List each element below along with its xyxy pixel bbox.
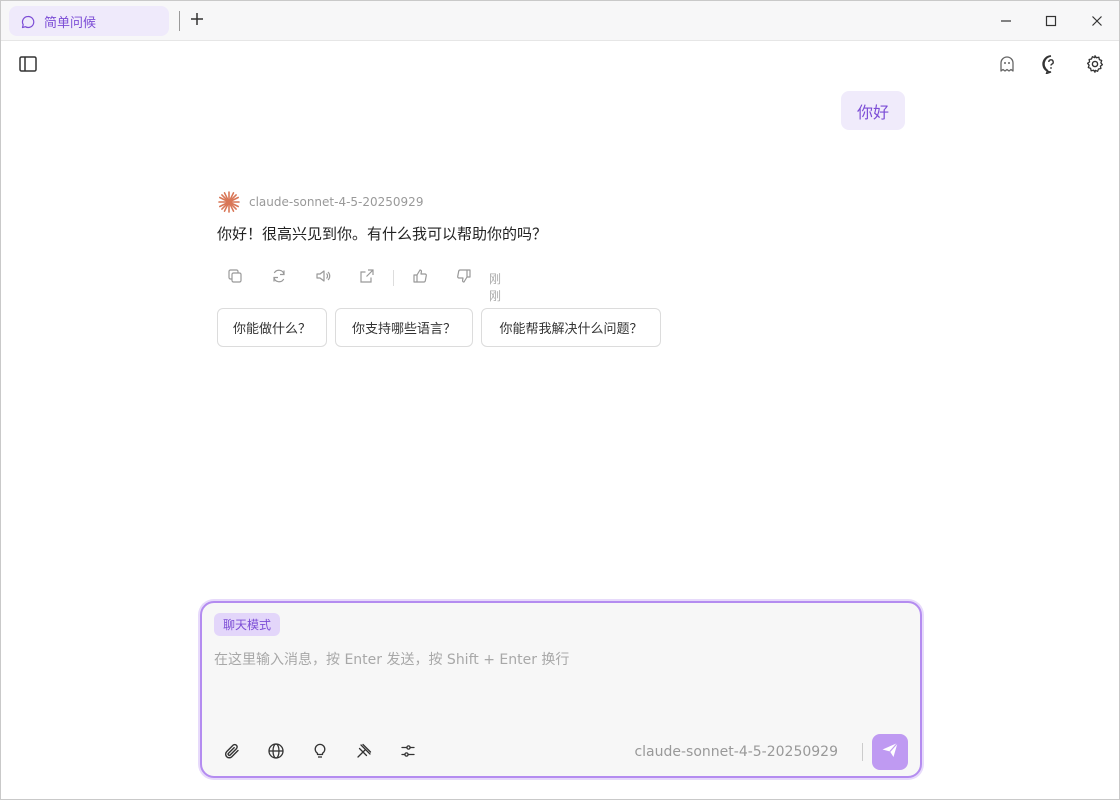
maximize-button[interactable]	[1041, 11, 1061, 31]
send-icon	[880, 740, 900, 764]
assistant-model-name: claude-sonnet-4-5-20250929	[249, 195, 424, 209]
read-aloud-button[interactable]	[314, 269, 332, 287]
minimize-icon	[1000, 12, 1012, 31]
close-icon	[1091, 12, 1103, 31]
sidebar-icon	[18, 54, 38, 78]
settings-button[interactable]	[1083, 54, 1107, 78]
message-timestamp: 刚刚	[489, 272, 502, 303]
claude-logo-icon	[217, 190, 241, 214]
chat-bubble-icon	[21, 14, 35, 29]
model-selector[interactable]: claude-sonnet-4-5-20250929	[634, 744, 838, 760]
title-bar: 简单问候	[1, 1, 1119, 41]
gear-icon	[1085, 54, 1105, 78]
suggestion-chip[interactable]: 你支持哪些语言？	[335, 308, 473, 347]
thumbs-up-icon	[412, 268, 428, 288]
refresh-icon	[271, 268, 287, 288]
thumbs-down-icon	[456, 268, 472, 288]
sliders-icon	[399, 742, 417, 764]
share-icon	[359, 268, 375, 288]
sidebar-toggle-button[interactable]	[16, 54, 40, 78]
actions-divider	[393, 270, 394, 286]
attach-button[interactable]	[222, 743, 242, 763]
new-tab-button[interactable]	[187, 10, 207, 30]
speaker-icon	[315, 268, 331, 288]
thumbs-up-button[interactable]	[411, 269, 429, 287]
reasoning-button[interactable]	[310, 743, 330, 763]
web-search-button[interactable]	[266, 743, 286, 763]
close-button[interactable]	[1087, 11, 1107, 31]
regenerate-button[interactable]	[270, 269, 288, 287]
tab-title: 简单问候	[44, 15, 97, 31]
thumbs-down-button[interactable]	[455, 269, 473, 287]
help-button[interactable]	[1039, 54, 1063, 78]
tab-active[interactable]: 简单问候	[9, 6, 169, 36]
suggestion-chip[interactable]: 你能做什么？	[217, 308, 327, 347]
chat-mode-badge[interactable]: 聊天模式	[214, 613, 281, 636]
message-composer: 聊天模式 claude-sonnet-4-5-20250929	[200, 601, 922, 778]
copy-button[interactable]	[226, 269, 244, 287]
copy-icon	[227, 268, 243, 288]
plus-icon	[190, 11, 204, 30]
maximize-icon	[1045, 12, 1057, 31]
settings-sliders-button[interactable]	[398, 743, 418, 763]
ghost-icon	[997, 54, 1017, 78]
paperclip-icon	[223, 742, 241, 764]
send-button[interactable]	[872, 734, 908, 770]
app-window: 简单问候 你好 claude-sonnet-4-5-20250929 你好！很高…	[0, 0, 1120, 800]
assistant-message: 你好！很高兴见到你。有什么我可以帮助你的吗？	[217, 225, 548, 243]
share-button[interactable]	[358, 269, 376, 287]
incognito-button[interactable]	[995, 54, 1019, 78]
suggestion-chip[interactable]: 你能帮我解决什么问题？	[481, 308, 661, 347]
lightbulb-icon	[311, 742, 329, 764]
message-input[interactable]	[214, 649, 904, 671]
globe-icon	[267, 742, 285, 764]
hammer-icon	[355, 742, 373, 764]
minimize-button[interactable]	[996, 11, 1016, 31]
composer-divider	[862, 743, 863, 761]
assistant-header: claude-sonnet-4-5-20250929	[217, 189, 423, 215]
tab-divider	[179, 11, 180, 31]
tools-button[interactable]	[354, 743, 374, 763]
user-message: 你好	[841, 91, 905, 130]
help-icon	[1041, 54, 1061, 78]
